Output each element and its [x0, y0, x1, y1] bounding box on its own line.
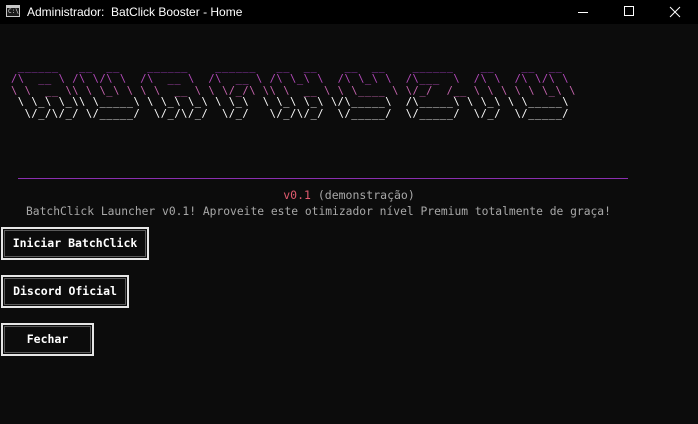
close-icon — [669, 6, 681, 18]
discord-button[interactable]: Discord Oficial — [1, 275, 129, 308]
version-note: (demonstração) — [310, 188, 415, 202]
version-number: v0.1 — [283, 188, 311, 202]
close-window-button[interactable] — [652, 0, 698, 24]
window-title: Administrador: BatClick Booster - Home — [27, 5, 243, 19]
maximize-button[interactable] — [606, 0, 652, 24]
banner-divider — [18, 178, 628, 179]
minimize-button[interactable] — [560, 0, 606, 24]
ascii-line-5: \/_/\/_/ \/_____/ \/_/\/_/ \/_/ \/_/\/_/… — [11, 108, 570, 121]
version-line: v0.1 (demonstração) — [0, 188, 698, 202]
ascii-line-2: /\ __ \ /\ \/\ \ /\ __ \ /\ __ \ /\ \_\ … — [11, 72, 576, 85]
start-batchclick-button[interactable]: Iniciar BatchClick — [1, 227, 149, 260]
console-icon: C:\ — [6, 5, 20, 17]
ascii-logo-banner: ______ __ __ ______ ______ __ __ __ __ _… — [11, 61, 576, 121]
launcher-tagline: BatchClick Launcher v0.1! Aproveite este… — [26, 205, 611, 218]
title-bar[interactable]: C:\ Administrador: BatClick Booster - Ho… — [0, 0, 698, 24]
close-app-button[interactable]: Fechar — [1, 323, 94, 356]
console-icon-label: C:\ — [8, 8, 19, 15]
